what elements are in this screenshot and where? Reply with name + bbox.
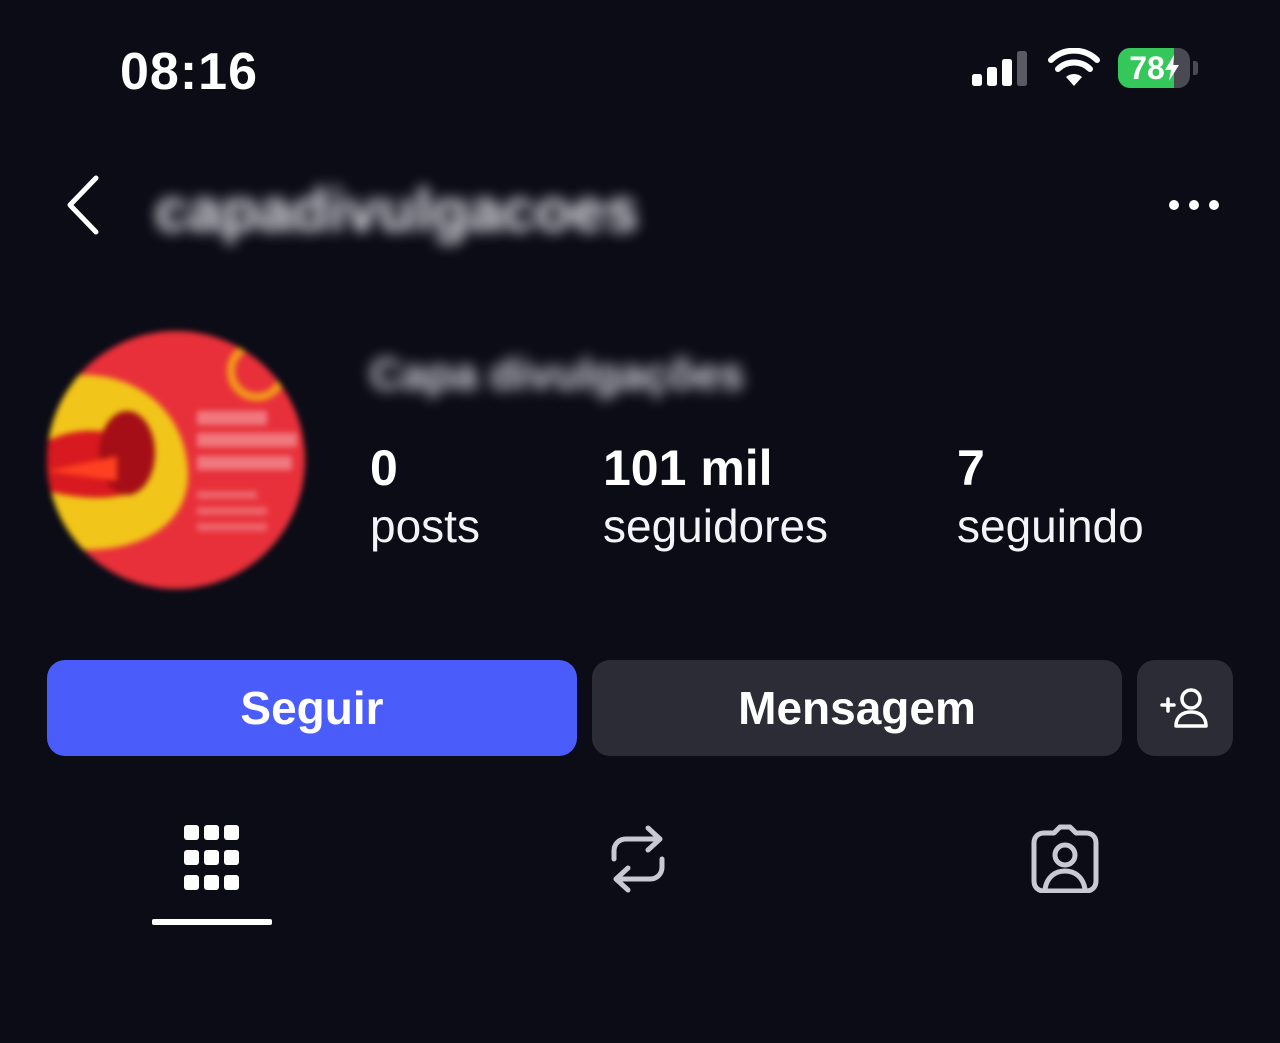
profile-username: capadivulgacoes — [155, 177, 639, 244]
stat-posts-value: 0 — [370, 440, 398, 496]
bolt-icon — [1164, 55, 1179, 81]
stat-following-label: seguindo — [957, 500, 1144, 552]
more-horizontal-icon — [1169, 200, 1219, 210]
tab-reposts[interactable] — [578, 815, 698, 925]
chevron-left-icon — [67, 175, 99, 235]
tab-posts[interactable] — [152, 815, 272, 925]
avatar-image — [47, 331, 305, 589]
status-time: 08:16 — [120, 43, 258, 101]
battery: 78 — [1118, 48, 1190, 88]
follow-button[interactable]: Seguir — [47, 660, 577, 756]
stat-followers[interactable]: 101 mil seguidores — [603, 440, 828, 556]
stat-following-value: 7 — [957, 440, 985, 496]
battery-level: 78 — [1129, 49, 1165, 86]
tagged-person-icon — [1031, 824, 1099, 893]
stat-following[interactable]: 7 seguindo — [957, 440, 1144, 556]
tab-tagged[interactable] — [1005, 815, 1125, 925]
avatar[interactable] — [47, 331, 305, 589]
profile-display-name: Capa divulgações — [370, 350, 745, 399]
status-indicators: 78 — [972, 48, 1198, 88]
battery-cap — [1193, 61, 1198, 75]
stat-followers-value: 101 mil — [603, 440, 773, 496]
cellular-signal-icon — [972, 51, 1027, 86]
suggest-people-button[interactable] — [1137, 660, 1233, 756]
repost-icon — [611, 825, 665, 893]
grid-icon — [184, 825, 239, 890]
message-button[interactable]: Mensagem — [592, 660, 1122, 756]
more-options-button[interactable] — [1166, 188, 1222, 222]
battery-indicator: 78 — [1118, 48, 1198, 88]
stat-posts-label: posts — [370, 500, 480, 552]
back-button[interactable] — [58, 172, 106, 238]
stat-posts[interactable]: 0 posts — [370, 440, 480, 556]
profile-screen: 08:16 78 capadivulgacoes Capa divulgaçõe… — [0, 0, 1280, 1043]
wifi-icon — [1048, 48, 1100, 86]
add-person-icon — [1160, 688, 1208, 728]
stat-followers-label: seguidores — [603, 500, 829, 552]
active-tab-indicator — [152, 919, 272, 925]
